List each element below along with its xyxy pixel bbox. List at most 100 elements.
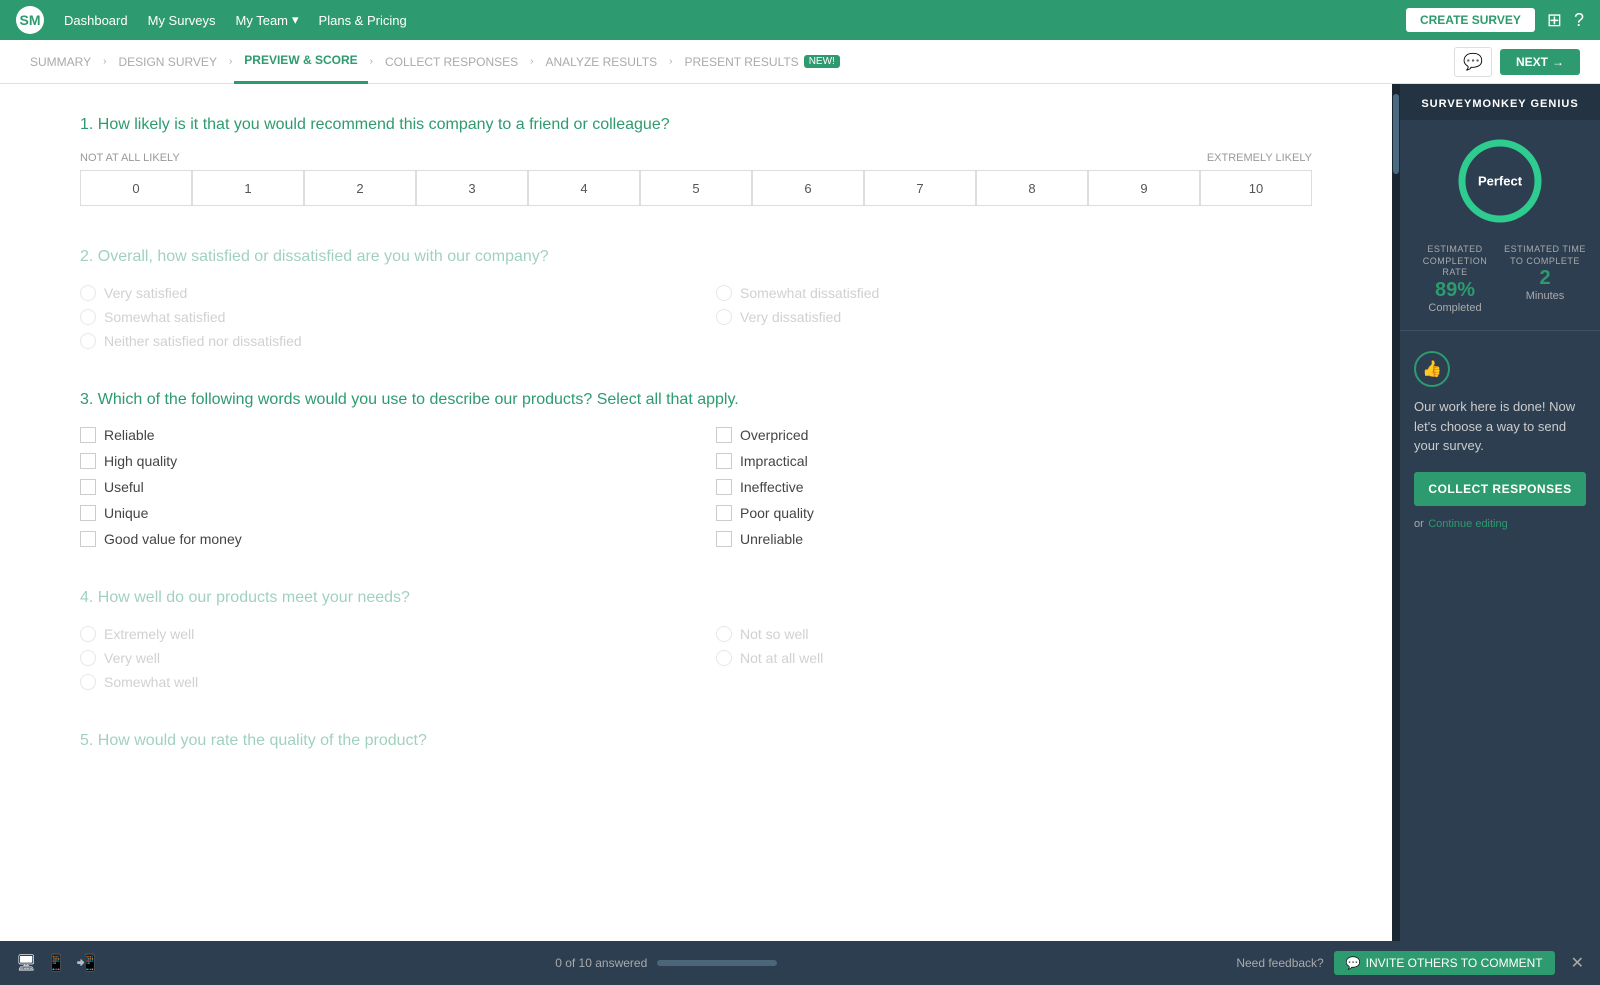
grid-icon[interactable]: ⊞ (1547, 10, 1562, 31)
checkbox-unique[interactable] (80, 505, 96, 521)
mobile-icon[interactable]: 📲 (76, 953, 96, 973)
q2-option-2: Somewhat dissatisfied (716, 285, 1312, 301)
panel-divider (1400, 330, 1600, 331)
checkbox-reliable[interactable] (80, 427, 96, 443)
question-4: 4. How well do our products meet your ne… (80, 587, 1312, 689)
close-feedback-button[interactable]: ✕ (1571, 953, 1584, 973)
radio-circle (80, 285, 96, 301)
q4-option-5: Somewhat well (80, 674, 676, 690)
breadcrumb-arrow-2: › (227, 56, 234, 67)
genius-header: SURVEYMONKEY GENIUS (1400, 84, 1600, 120)
logo[interactable]: SM (16, 6, 44, 34)
nps-cell-2[interactable]: 2 (304, 170, 416, 206)
nps-label-left: NOT AT ALL LIKELY (80, 152, 180, 164)
nav-my-surveys[interactable]: My Surveys (148, 13, 216, 28)
question-3-options: Reliable Overpriced High quality Impract… (80, 427, 1312, 547)
q3-label-high-quality: High quality (104, 453, 177, 469)
panel-body: 👍 Our work here is done! Now let's choos… (1400, 339, 1600, 985)
completion-rate-sub: Completed (1412, 302, 1498, 314)
question-4-options: Extremely well Not so well Very well Not… (80, 626, 1312, 690)
or-text: or (1414, 518, 1424, 530)
nav-dashboard[interactable]: Dashboard (64, 13, 128, 28)
nav-my-team[interactable]: My Team ▾ (236, 12, 299, 28)
q3-option-useful[interactable]: Useful (80, 479, 676, 495)
breadcrumb-arrow-4: › (528, 56, 535, 67)
nps-cell-1[interactable]: 1 (192, 170, 304, 206)
checkbox-high-quality[interactable] (80, 453, 96, 469)
q3-option-overpriced[interactable]: Overpriced (716, 427, 1312, 443)
radio-circle (80, 674, 96, 690)
thumbs-up-icon: 👍 (1414, 351, 1450, 387)
comment-icon: 💬 (1346, 956, 1361, 970)
invite-others-button[interactable]: 💬 INVITE OTHERS TO COMMENT (1334, 951, 1555, 975)
q3-option-high-quality[interactable]: High quality (80, 453, 676, 469)
device-icons: 🖥 📱 📲 (16, 953, 96, 973)
q3-option-poor-quality[interactable]: Poor quality (716, 505, 1312, 521)
desktop-icon[interactable]: 🖥 (16, 953, 36, 973)
q3-option-unique[interactable]: Unique (80, 505, 676, 521)
arrow-right-icon: → (1552, 55, 1564, 69)
new-badge: NEW! (804, 55, 840, 68)
need-feedback-text: Need feedback? (1236, 956, 1323, 970)
question-2-title: 2. Overall, how satisfied or dissatisfie… (80, 246, 1312, 268)
radio-circle (80, 309, 96, 325)
breadcrumb-analyze-results[interactable]: ANALYZE RESULTS (536, 40, 668, 84)
comment-button[interactable]: 💬 (1454, 47, 1492, 77)
checkbox-useful[interactable] (80, 479, 96, 495)
progress-text: 0 of 10 answered (555, 956, 647, 970)
nps-cell-0[interactable]: 0 (80, 170, 192, 206)
checkbox-unreliable[interactable] (716, 531, 732, 547)
breadcrumb-collect-responses[interactable]: COLLECT RESPONSES (375, 40, 528, 84)
q4-label-2: Not so well (740, 626, 808, 642)
question-4-title: 4. How well do our products meet your ne… (80, 587, 1312, 609)
question-1-title: 1. How likely is it that you would recom… (80, 114, 1312, 136)
checkbox-poor-quality[interactable] (716, 505, 732, 521)
next-button[interactable]: NEXT → (1500, 49, 1580, 75)
q2-label-1: Very satisfied (104, 285, 187, 301)
q4-option-3: Very well (80, 650, 676, 666)
nps-cell-9[interactable]: 9 (1088, 170, 1200, 206)
checkbox-ineffective[interactable] (716, 479, 732, 495)
nps-cell-5[interactable]: 5 (640, 170, 752, 206)
question-3: 3. Which of the following words would yo… (80, 389, 1312, 547)
completion-rate-label: ESTIMATED COMPLETION RATE (1412, 244, 1498, 279)
nps-scale[interactable]: 0 1 2 3 4 5 6 7 8 9 10 (80, 170, 1312, 206)
nps-labels: NOT AT ALL LIKELY EXTREMELY LIKELY (80, 152, 1312, 164)
question-5-title: 5. How would you rate the quality of the… (80, 730, 1312, 752)
checkbox-impractical[interactable] (716, 453, 732, 469)
q2-label-3: Somewhat satisfied (104, 309, 225, 325)
breadcrumb-navigation: SUMMARY › DESIGN SURVEY › PREVIEW & SCOR… (0, 40, 1600, 84)
q3-label-ineffective: Ineffective (740, 479, 804, 495)
breadcrumb-preview-score[interactable]: PREVIEW & SCORE (234, 40, 367, 84)
checkbox-overpriced[interactable] (716, 427, 732, 443)
nps-cell-8[interactable]: 8 (976, 170, 1088, 206)
nps-cell-3[interactable]: 3 (416, 170, 528, 206)
collect-responses-button[interactable]: COLLECT RESPONSES (1414, 472, 1586, 506)
nps-cell-4[interactable]: 4 (528, 170, 640, 206)
chevron-down-icon: ▾ (292, 12, 299, 28)
nps-cell-10[interactable]: 10 (1200, 170, 1312, 206)
nps-cell-7[interactable]: 7 (864, 170, 976, 206)
checkbox-good-value[interactable] (80, 531, 96, 547)
q2-label-2: Somewhat dissatisfied (740, 285, 879, 301)
breadcrumb-summary[interactable]: SUMMARY (20, 40, 101, 84)
q3-option-ineffective[interactable]: Ineffective (716, 479, 1312, 495)
create-survey-button[interactable]: CREATE SURVEY (1406, 8, 1535, 32)
q3-option-unreliable[interactable]: Unreliable (716, 531, 1312, 547)
nav-plans-pricing[interactable]: Plans & Pricing (319, 13, 407, 28)
nav-left: SM Dashboard My Surveys My Team ▾ Plans … (16, 6, 407, 34)
continue-editing-link[interactable]: Continue editing (1428, 518, 1508, 530)
help-icon[interactable]: ? (1574, 10, 1584, 31)
nps-label-right: EXTREMELY LIKELY (1207, 152, 1312, 164)
breadcrumb-present-results[interactable]: PRESENT RESULTS NEW! (674, 40, 849, 84)
q4-option-4: Not at all well (716, 650, 1312, 666)
q3-option-impractical[interactable]: Impractical (716, 453, 1312, 469)
q2-label-5: Neither satisfied nor dissatisfied (104, 333, 302, 349)
main-layout: 1. How likely is it that you would recom… (0, 84, 1600, 985)
breadcrumb-design-survey[interactable]: DESIGN SURVEY (108, 40, 226, 84)
nps-cell-6[interactable]: 6 (752, 170, 864, 206)
q3-option-reliable[interactable]: Reliable (80, 427, 676, 443)
tablet-icon[interactable]: 📱 (46, 953, 66, 973)
q3-option-good-value[interactable]: Good value for money (80, 531, 676, 547)
q3-label-unreliable: Unreliable (740, 531, 803, 547)
